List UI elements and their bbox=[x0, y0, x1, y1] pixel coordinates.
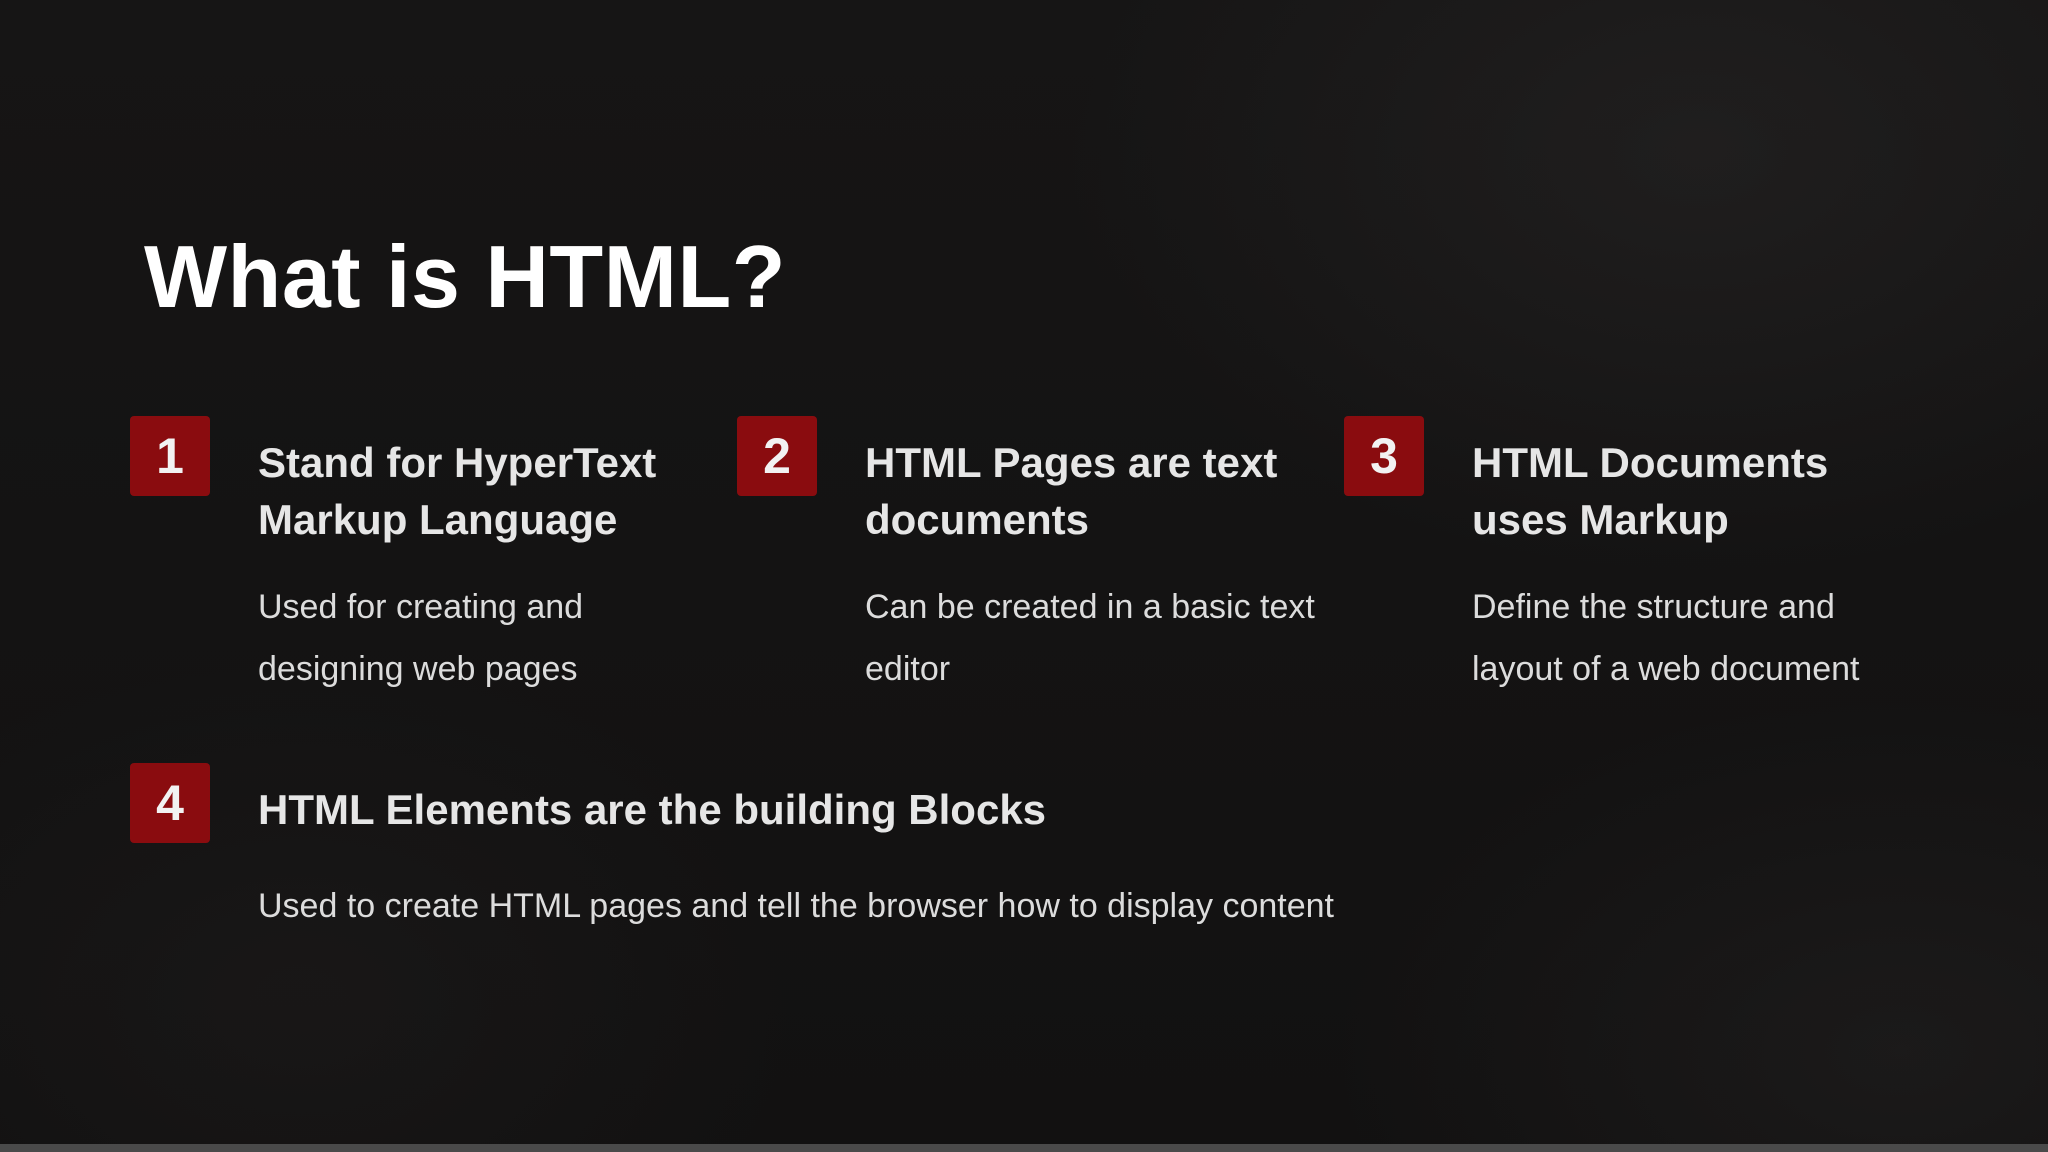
point-heading: HTML Documents uses Markup bbox=[1472, 439, 1829, 543]
point-description: Used for creating and designing web page… bbox=[258, 588, 584, 688]
point-heading: HTML Elements are the building Blocks bbox=[258, 786, 1047, 833]
point-heading: Stand for HyperText Markup Language bbox=[258, 439, 657, 543]
number-badge: 1 bbox=[130, 416, 210, 496]
slide: What is HTML? 1 Stand for HyperText Mark… bbox=[0, 0, 2048, 1152]
point-description: Can be created in a basic text editor bbox=[865, 588, 1315, 688]
point-heading: HTML Pages are text documents bbox=[865, 439, 1278, 543]
point-description: Used to create HTML pages and tell the b… bbox=[258, 887, 1334, 925]
bottom-progress-bar bbox=[0, 1144, 2048, 1152]
number-badge: 3 bbox=[1344, 416, 1424, 496]
number-badge: 4 bbox=[130, 763, 210, 843]
number-badge: 2 bbox=[737, 416, 817, 496]
point-description: Define the structure and layout of a web… bbox=[1472, 588, 1860, 688]
slide-title: What is HTML? bbox=[144, 227, 786, 326]
